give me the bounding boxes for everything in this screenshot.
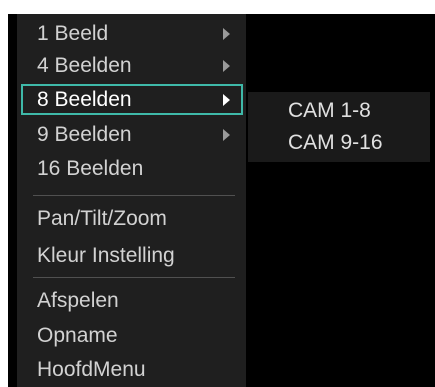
submenu-arrow-icon xyxy=(223,94,230,106)
submenu-arrow-icon xyxy=(223,60,230,72)
menu-item-label: Afspelen xyxy=(37,289,119,312)
menu-item-label: HoofdMenu xyxy=(37,358,146,381)
menu-item-4-beelden[interactable]: 4 Beelden xyxy=(17,50,246,81)
menu-item-label: 8 Beelden xyxy=(37,88,132,111)
menu-item-opname[interactable]: Opname xyxy=(17,320,246,351)
menu-divider xyxy=(33,277,235,278)
menu-item-1-beeld[interactable]: 1 Beeld xyxy=(17,18,246,49)
menu-item-8-beelden[interactable]: 8 Beelden xyxy=(21,84,243,115)
menu-divider xyxy=(33,195,235,196)
menu-item-label: Kleur Instelling xyxy=(37,244,175,267)
menu-item-label: Opname xyxy=(37,324,118,347)
menu-item-afspelen[interactable]: Afspelen xyxy=(17,285,246,316)
menu-item-label: Pan/Tilt/Zoom xyxy=(37,207,167,230)
menu-item-kleur-instelling[interactable]: Kleur Instelling xyxy=(17,240,246,271)
menu-item-hoofdmenu[interactable]: HoofdMenu xyxy=(17,354,246,385)
menu-item-label: 16 Beelden xyxy=(37,157,144,180)
menu-item-pan-tilt-zoom[interactable]: Pan/Tilt/Zoom xyxy=(17,203,246,234)
menu-item-9-beelden[interactable]: 9 Beelden xyxy=(17,119,246,150)
submenu-arrow-icon xyxy=(223,129,230,141)
submenu-arrow-icon xyxy=(223,28,230,40)
submenu: CAM 1-8 CAM 9-16 xyxy=(248,92,430,162)
submenu-item-cam-1-8[interactable]: CAM 1-8 xyxy=(288,97,371,125)
submenu-item-cam-9-16[interactable]: CAM 9-16 xyxy=(288,129,383,157)
menu-item-label: 9 Beelden xyxy=(37,123,132,146)
context-menu: 1 Beeld 4 Beelden 8 Beelden 9 Beelden 16… xyxy=(17,14,246,387)
menu-item-16-beelden[interactable]: 16 Beelden xyxy=(17,153,246,184)
menu-item-label: 4 Beelden xyxy=(37,54,132,77)
menu-item-label: 1 Beeld xyxy=(37,22,109,45)
